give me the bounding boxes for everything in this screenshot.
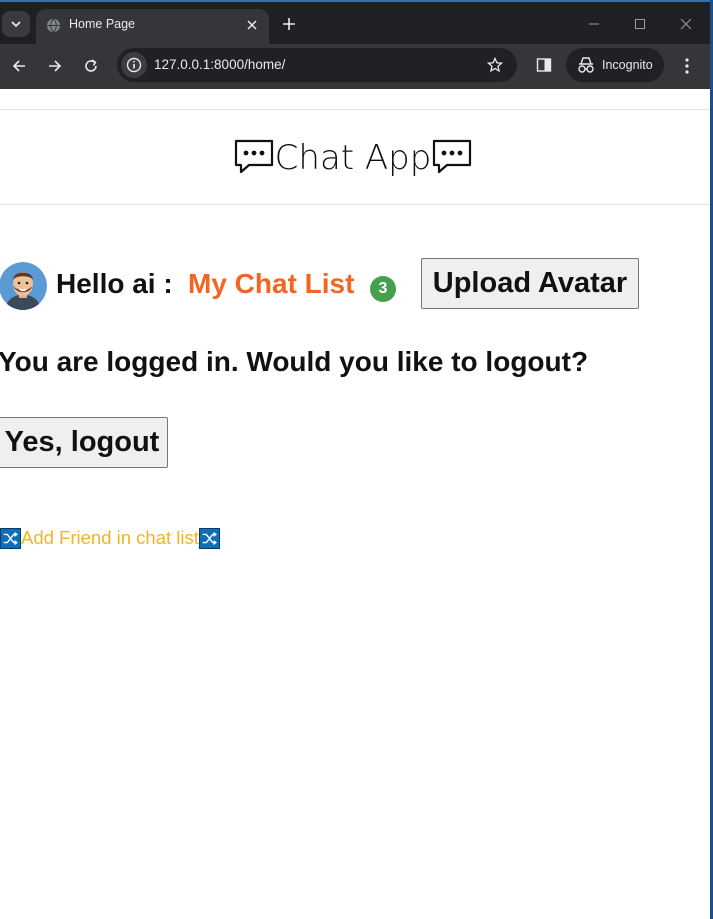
side-panel-icon: [536, 58, 552, 72]
maximize-button[interactable]: [630, 14, 650, 34]
browser-menu-button[interactable]: [677, 55, 697, 77]
side-panel-button[interactable]: [534, 55, 554, 75]
browser-tabstrip: Home Page: [0, 0, 710, 44]
speech-bubble-icon: [433, 139, 472, 174]
reload-button[interactable]: [79, 54, 103, 78]
upload-avatar-button[interactable]: Upload Avatar: [421, 258, 639, 309]
tab-home-page[interactable]: Home Page: [36, 9, 269, 44]
header-divider-top: [0, 109, 710, 110]
url-text: 127.0.0.1:8000/home/: [154, 57, 286, 72]
site-info-button[interactable]: [121, 52, 147, 78]
logout-prompt: You are logged in. Would you like to log…: [0, 346, 589, 377]
greeting-text: Hello ai :: [56, 268, 173, 299]
page-title: Chat App: [0, 138, 706, 178]
star-icon: [487, 57, 503, 73]
more-vertical-icon: [685, 58, 689, 74]
window-close-button[interactable]: [676, 14, 696, 34]
tab-close-button[interactable]: [243, 16, 261, 34]
add-friend-text: Add Friend in chat list: [21, 527, 199, 548]
incognito-label: Incognito: [602, 58, 653, 72]
site-title-text: Chat App: [274, 138, 432, 178]
close-icon: [247, 20, 257, 30]
bookmark-button[interactable]: [485, 55, 505, 75]
tab-title: Home Page: [69, 17, 136, 31]
globe-icon: [46, 18, 61, 33]
browser-toolbar: 127.0.0.1:8000/home/ Incognito: [0, 44, 710, 89]
tab-search-button[interactable]: [2, 11, 30, 37]
shuffle-icon: [198, 527, 220, 549]
header-divider-bottom: [0, 204, 710, 205]
arrow-right-icon: [49, 60, 62, 72]
close-icon: [680, 18, 692, 30]
minimize-icon: [589, 23, 599, 25]
back-button[interactable]: [7, 54, 31, 78]
shuffle-icon: [0, 527, 21, 549]
incognito-indicator[interactable]: Incognito: [566, 48, 664, 82]
avatar-illustration: [0, 262, 47, 310]
arrow-left-icon: [12, 60, 25, 72]
new-tab-button[interactable]: [278, 13, 300, 35]
incognito-icon: [578, 57, 594, 73]
minimize-button[interactable]: [584, 14, 604, 34]
reload-icon: [85, 59, 97, 72]
maximize-icon: [635, 19, 645, 29]
forward-button[interactable]: [43, 54, 67, 78]
plus-icon: [283, 18, 295, 30]
chat-list-count-badge: 3: [370, 276, 396, 302]
speech-bubble-icon: [234, 139, 273, 174]
avatar: [0, 262, 47, 310]
chevron-down-icon: [11, 21, 21, 28]
add-friend-link[interactable]: Add Friend in chat list: [0, 527, 220, 549]
logout-button[interactable]: Yes, logout: [0, 417, 168, 468]
info-icon: [126, 57, 142, 73]
my-chat-list-link[interactable]: My Chat List: [188, 268, 354, 300]
address-bar[interactable]: 127.0.0.1:8000/home/: [117, 48, 517, 82]
